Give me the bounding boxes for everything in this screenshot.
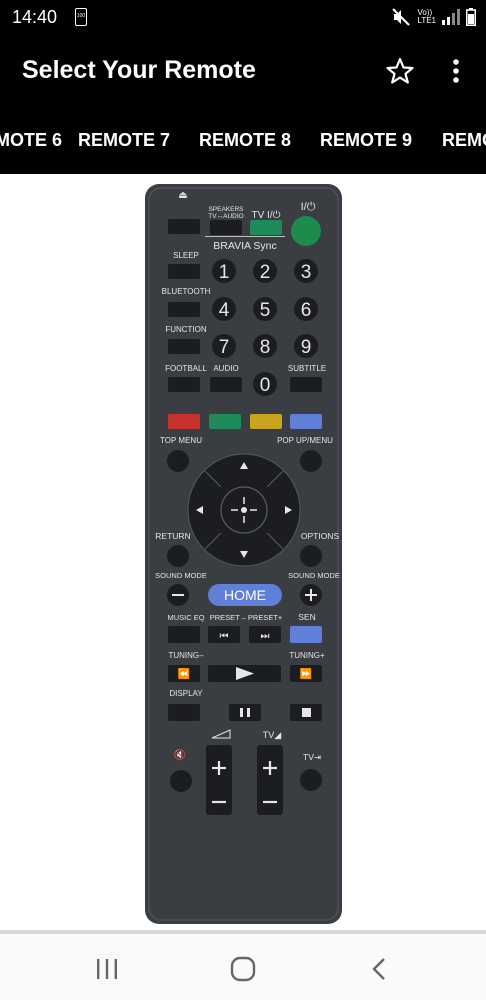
display-button[interactable] bbox=[168, 704, 200, 721]
tab-remote-9[interactable]: REMOTE 9 bbox=[320, 130, 412, 151]
digit-6-label: 6 bbox=[301, 300, 312, 321]
options-label: OPTIONS bbox=[301, 531, 340, 541]
pause-icon-left bbox=[240, 708, 243, 717]
yellow-button[interactable] bbox=[250, 414, 282, 429]
bravia-sync-label: BRAVIA Sync bbox=[213, 240, 276, 252]
remote-tabs: REMOTE 6 REMOTE 7 REMOTE 8 REMOTE 9 REMO… bbox=[0, 108, 486, 174]
tab-remote-8[interactable]: REMOTE 8 bbox=[199, 130, 291, 151]
digit-5-label: 5 bbox=[260, 300, 271, 321]
tab-remote-6[interactable]: REMOTE 6 bbox=[0, 130, 62, 151]
subtitle-label: SUBTITLE bbox=[288, 364, 326, 373]
top-menu-button[interactable] bbox=[167, 450, 189, 472]
tab-remote-7[interactable]: REMOTE 7 bbox=[78, 130, 170, 151]
digit-8-label: 8 bbox=[260, 337, 271, 358]
eject-icon: ⏏ bbox=[178, 190, 187, 201]
football-button[interactable] bbox=[168, 377, 200, 392]
red-button[interactable] bbox=[168, 414, 200, 429]
audio-label: AUDIO bbox=[213, 364, 238, 373]
mute-icon bbox=[392, 8, 411, 26]
popup-menu-button[interactable] bbox=[300, 450, 322, 472]
digit-9-label: 9 bbox=[301, 337, 312, 358]
recents-icon[interactable] bbox=[92, 954, 122, 984]
tv-volume-label: TV◢ bbox=[263, 730, 282, 740]
home-label: HOME bbox=[224, 587, 266, 603]
bluetooth-label: BLUETOOTH bbox=[162, 287, 211, 296]
digit-3-label: 3 bbox=[301, 262, 312, 283]
tv-input-label: TV⇥ bbox=[303, 752, 322, 762]
function-label: FUNCTION bbox=[165, 325, 207, 334]
app-bar: Select Your Remote bbox=[0, 36, 486, 108]
options-button[interactable] bbox=[300, 545, 322, 567]
remote-control: ⏏ SPEAKERS TV↔AUDIO TV I/⏻ BRAVIA Sync I… bbox=[145, 184, 342, 924]
tv-volume-rocker bbox=[257, 745, 283, 815]
tv-audio-label: TV↔AUDIO bbox=[208, 213, 243, 220]
top-menu-label: TOP MENU bbox=[160, 436, 202, 445]
next-track-icon: ⏭ bbox=[261, 631, 270, 642]
pause-icon-right bbox=[247, 708, 250, 717]
tv-input-button[interactable] bbox=[300, 769, 322, 791]
notification-badge-icon: 100 bbox=[75, 8, 87, 26]
function-button[interactable] bbox=[168, 339, 200, 354]
more-vert-icon[interactable] bbox=[446, 56, 466, 86]
pause-button[interactable] bbox=[229, 704, 261, 721]
speakers-label: SPEAKERS bbox=[208, 206, 244, 213]
page-title: Select Your Remote bbox=[22, 56, 256, 84]
rewind-icon: ⏪ bbox=[178, 667, 190, 680]
music-eq-label: MUSIC EQ bbox=[167, 613, 204, 622]
system-nav-bar bbox=[0, 930, 486, 1000]
battery-icon bbox=[466, 8, 476, 26]
digit-4-label: 4 bbox=[219, 300, 230, 321]
volume-rocker bbox=[206, 745, 232, 815]
mute-icon: 🔇 bbox=[174, 748, 186, 761]
music-eq-button[interactable] bbox=[168, 626, 200, 643]
green-button[interactable] bbox=[209, 414, 241, 429]
sen-label: SEN bbox=[298, 612, 315, 622]
return-label: RETURN bbox=[155, 531, 190, 541]
stop-icon bbox=[302, 708, 311, 717]
sound-mode-left-label: SOUND MODE bbox=[155, 571, 207, 580]
audio-button[interactable] bbox=[210, 377, 242, 392]
popup-menu-label: POP UP/MENU bbox=[277, 436, 333, 445]
digit-2-label: 2 bbox=[260, 262, 271, 283]
power-label: I/⏻ bbox=[301, 201, 316, 213]
enter-dot-icon bbox=[241, 507, 247, 513]
tv-power-button[interactable] bbox=[250, 220, 282, 235]
tab-remote-10[interactable]: REMOTE 10 bbox=[442, 130, 486, 151]
fast-forward-icon: ⏩ bbox=[300, 667, 312, 680]
digit-0-label: 0 bbox=[260, 375, 271, 396]
star-outline-icon[interactable] bbox=[385, 56, 415, 86]
sleep-label: SLEEP bbox=[173, 251, 199, 260]
sound-mode-right-label: SOUND MODE bbox=[288, 571, 340, 580]
speakers-button[interactable] bbox=[210, 220, 242, 235]
tv-power-label: TV I/⏻ bbox=[251, 210, 280, 221]
subtitle-button[interactable] bbox=[290, 377, 322, 392]
football-label: FOOTBALL bbox=[165, 364, 207, 373]
sen-button[interactable] bbox=[290, 626, 322, 643]
sleep-button[interactable] bbox=[168, 264, 200, 279]
status-icons: Vo)) LTE1 bbox=[391, 6, 476, 28]
blue-button[interactable] bbox=[290, 414, 322, 429]
status-bar: 14:40 100 Vo)) LTE1 bbox=[0, 0, 486, 36]
status-time: 14:40 bbox=[12, 7, 58, 27]
power-button[interactable] bbox=[291, 216, 321, 246]
mute-button[interactable] bbox=[170, 770, 192, 792]
prev-track-icon: ⏮ bbox=[220, 631, 229, 642]
return-button[interactable] bbox=[167, 545, 189, 567]
display-label: DISPLAY bbox=[169, 689, 203, 698]
bluetooth-button[interactable] bbox=[168, 302, 200, 317]
digit-7-label: 7 bbox=[219, 337, 230, 358]
home-circle-icon[interactable] bbox=[228, 954, 258, 984]
bravia-line bbox=[205, 236, 285, 237]
back-chevron-icon[interactable] bbox=[365, 954, 395, 984]
eject-button[interactable] bbox=[168, 219, 200, 234]
signal-icon bbox=[442, 9, 460, 25]
remote-view: ⏏ SPEAKERS TV↔AUDIO TV I/⏻ BRAVIA Sync I… bbox=[0, 174, 486, 930]
tuning-plus-label: TUNING+ bbox=[289, 651, 325, 660]
preset-label: PRESET – PRESET+ bbox=[210, 613, 283, 622]
tuning-minus-label: TUNING– bbox=[168, 651, 204, 660]
digit-1-label: 1 bbox=[219, 262, 230, 283]
network-type: Vo)) LTE1 bbox=[417, 8, 436, 25]
